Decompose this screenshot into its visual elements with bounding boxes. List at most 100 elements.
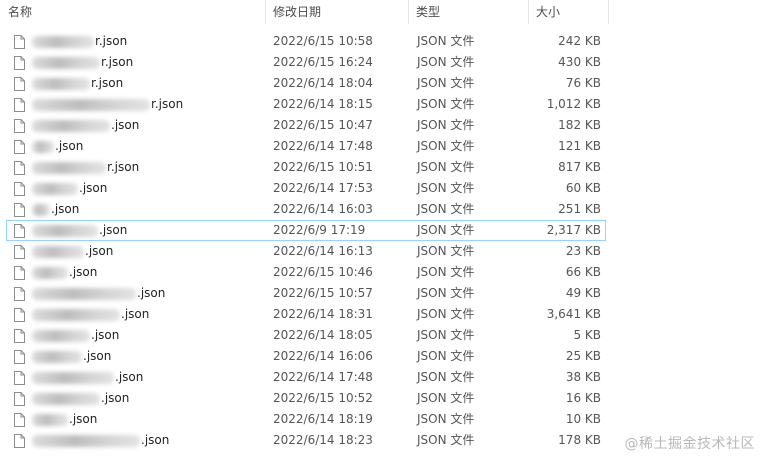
file-name: r.json xyxy=(32,95,183,114)
file-row[interactable]: .json 2022/6/14 17:48 JSON 文件 121 KB xyxy=(6,136,606,157)
file-modified-date: 2022/6/14 18:31 xyxy=(273,307,373,321)
file-modified-date: 2022/6/15 16:24 xyxy=(273,55,373,69)
file-type: JSON 文件 xyxy=(417,55,475,69)
file-name: .json xyxy=(32,347,111,366)
file-modified-date: 2022/6/15 10:47 xyxy=(273,118,373,132)
file-name-visible: r.json xyxy=(95,34,128,48)
file-type: JSON 文件 xyxy=(417,349,475,363)
file-modified-date: 2022/6/15 10:57 xyxy=(273,286,373,300)
file-type: JSON 文件 xyxy=(417,307,475,321)
file-icon xyxy=(14,182,25,196)
file-icon xyxy=(14,140,25,154)
file-row[interactable]: r.json 2022/6/15 16:24 JSON 文件 430 KB xyxy=(6,52,606,73)
file-modified-date: 2022/6/15 10:51 xyxy=(273,160,373,174)
file-name: .json xyxy=(32,284,165,303)
file-type: JSON 文件 xyxy=(417,34,475,48)
file-icon xyxy=(14,434,25,448)
file-name: .json xyxy=(32,326,119,345)
sort-ascending-icon: ^ xyxy=(130,0,139,7)
file-row[interactable]: r.json 2022/6/15 10:58 JSON 文件 242 KB xyxy=(6,31,606,52)
file-row[interactable]: .json 2022/6/14 18:05 JSON 文件 5 KB xyxy=(6,325,606,346)
file-size: 25 KB xyxy=(565,349,601,363)
redacted-text xyxy=(32,161,106,174)
redacted-text xyxy=(32,245,84,258)
file-row[interactable]: r.json 2022/6/14 18:15 JSON 文件 1,012 KB xyxy=(6,94,606,115)
file-modified-date: 2022/6/14 18:04 xyxy=(273,76,373,90)
file-size: 23 KB xyxy=(565,244,601,258)
file-modified-date: 2022/6/9 17:19 xyxy=(273,223,366,237)
file-modified-date: 2022/6/14 17:53 xyxy=(273,181,373,195)
redacted-text xyxy=(32,203,50,216)
file-name: .json xyxy=(32,305,149,324)
file-name-visible: .json xyxy=(69,412,98,426)
redacted-text xyxy=(32,224,98,237)
redacted-text xyxy=(32,287,136,300)
column-header-size[interactable]: 大小 xyxy=(528,0,608,24)
watermark: @稀土掘金技术社区 xyxy=(624,436,755,452)
file-icon xyxy=(14,350,25,364)
redacted-text xyxy=(32,392,100,405)
column-divider[interactable] xyxy=(608,0,609,24)
file-modified-date: 2022/6/14 18:15 xyxy=(273,97,373,111)
file-size: 182 KB xyxy=(558,118,601,132)
file-size: 5 KB xyxy=(573,328,601,342)
file-name: .json xyxy=(32,431,169,450)
file-row[interactable]: .json 2022/6/14 16:06 JSON 文件 25 KB xyxy=(6,346,606,367)
file-name-visible: .json xyxy=(85,244,114,258)
file-modified-date: 2022/6/14 16:03 xyxy=(273,202,373,216)
file-modified-date: 2022/6/14 18:23 xyxy=(273,433,373,447)
file-size: 817 KB xyxy=(558,160,601,174)
column-header-modified[interactable]: 修改日期 xyxy=(265,0,408,24)
file-size: 16 KB xyxy=(565,391,601,405)
file-row[interactable]: r.json 2022/6/14 18:04 JSON 文件 76 KB xyxy=(6,73,606,94)
file-row[interactable]: .json 2022/6/15 10:46 JSON 文件 66 KB xyxy=(6,262,606,283)
file-row[interactable]: .json 2022/6/14 18:19 JSON 文件 10 KB xyxy=(6,409,606,430)
file-icon xyxy=(14,329,25,343)
file-icon xyxy=(14,266,25,280)
redacted-text xyxy=(32,266,68,279)
file-name: .json xyxy=(32,137,83,156)
redacted-text xyxy=(32,413,68,426)
file-size: 60 KB xyxy=(565,181,601,195)
file-icon xyxy=(14,287,25,301)
file-icon xyxy=(14,203,25,217)
file-name-visible: .json xyxy=(101,391,130,405)
column-header-type[interactable]: 类型 xyxy=(408,0,528,24)
file-icon xyxy=(14,98,25,112)
file-name: .json xyxy=(32,221,127,240)
redacted-text xyxy=(32,350,82,363)
file-name-visible: r.json xyxy=(101,55,134,69)
file-type: JSON 文件 xyxy=(417,370,475,384)
file-icon xyxy=(14,161,25,175)
file-name: .json xyxy=(32,200,79,219)
file-row[interactable]: .json 2022/6/14 16:03 JSON 文件 251 KB xyxy=(6,199,606,220)
file-row[interactable]: .json 2022/6/15 10:47 JSON 文件 182 KB xyxy=(6,115,606,136)
file-type: JSON 文件 xyxy=(417,223,475,237)
file-type: JSON 文件 xyxy=(417,76,475,90)
file-size: 430 KB xyxy=(558,55,601,69)
file-row[interactable]: .json 2022/6/15 10:52 JSON 文件 16 KB xyxy=(6,388,606,409)
file-row[interactable]: .json 2022/6/14 17:48 JSON 文件 38 KB xyxy=(6,367,606,388)
file-row[interactable]: .json 2022/6/14 16:13 JSON 文件 23 KB xyxy=(6,241,606,262)
file-row[interactable]: .json 2022/6/14 18:31 JSON 文件 3,641 KB xyxy=(6,304,606,325)
file-name-visible: .json xyxy=(91,328,120,342)
file-row[interactable]: .json 2022/6/9 17:19 JSON 文件 2,317 KB xyxy=(6,220,606,241)
file-type: JSON 文件 xyxy=(417,118,475,132)
file-row[interactable]: r.json 2022/6/15 10:51 JSON 文件 817 KB xyxy=(6,157,606,178)
redacted-text xyxy=(32,371,114,384)
file-type: JSON 文件 xyxy=(417,181,475,195)
redacted-text xyxy=(32,119,110,132)
file-size: 10 KB xyxy=(565,412,601,426)
file-size: 3,641 KB xyxy=(546,307,601,321)
file-type: JSON 文件 xyxy=(417,244,475,258)
file-row[interactable]: .json 2022/6/14 17:53 JSON 文件 60 KB xyxy=(6,178,606,199)
file-name: .json xyxy=(32,389,129,408)
file-row[interactable]: .json 2022/6/14 18:23 JSON 文件 178 KB xyxy=(6,430,606,451)
file-size: 121 KB xyxy=(558,139,601,153)
file-row[interactable]: .json 2022/6/15 10:57 JSON 文件 49 KB xyxy=(6,283,606,304)
file-name-visible: .json xyxy=(55,139,84,153)
file-name-visible: .json xyxy=(137,286,166,300)
file-modified-date: 2022/6/14 18:19 xyxy=(273,412,373,426)
file-icon xyxy=(14,392,25,406)
file-modified-date: 2022/6/14 16:06 xyxy=(273,349,373,363)
